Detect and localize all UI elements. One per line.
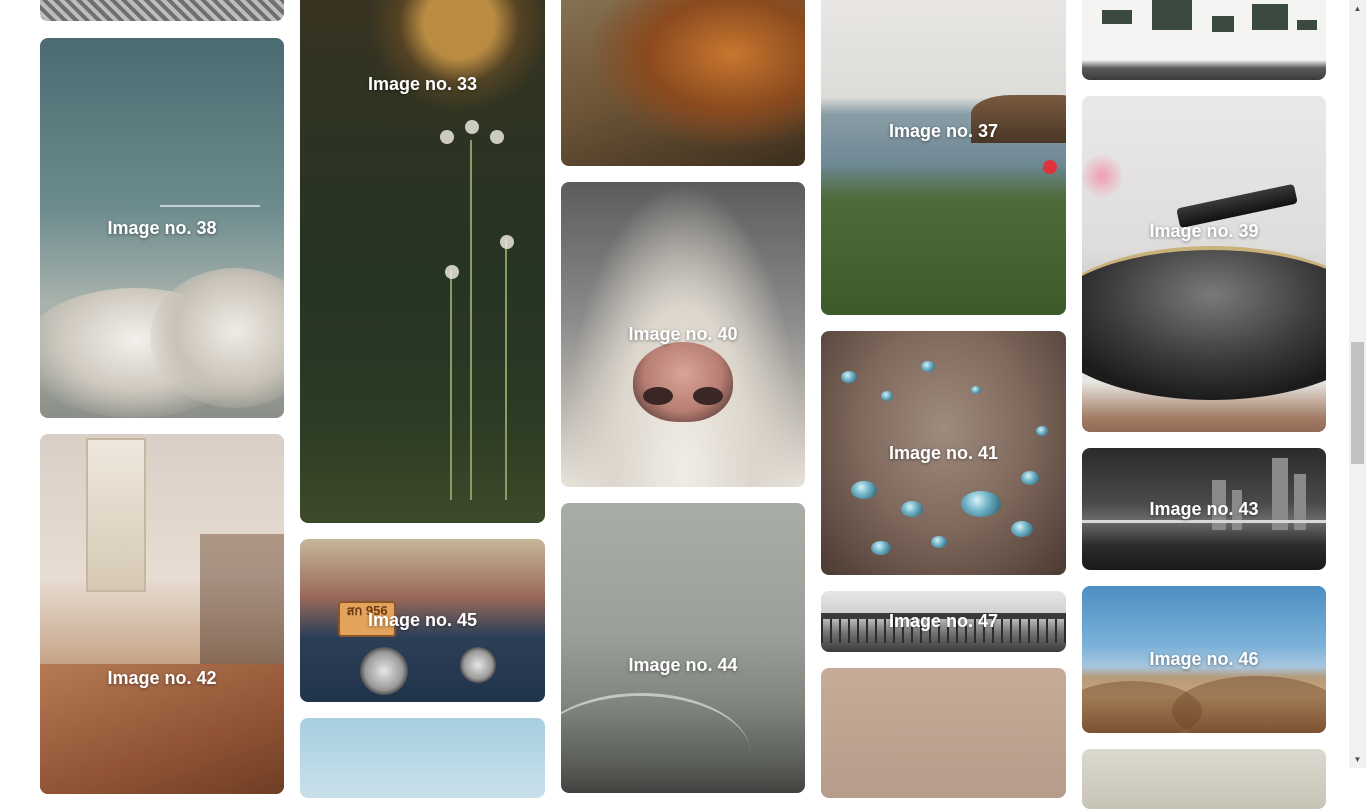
image-caption: Image no. 37 <box>888 121 999 141</box>
image-caption: Image no. 46 <box>1149 649 1259 669</box>
gallery-image-partial-top-col1[interactable] <box>40 0 284 21</box>
gallery-image-41[interactable]: Image no. 41 <box>821 331 1066 575</box>
image-caption: Image no. 47 <box>888 611 999 631</box>
gallery-image-46[interactable]: Image no. 46 <box>1082 586 1326 733</box>
cafe-interior-photo <box>40 434 284 794</box>
image-caption: Image no. 42 <box>107 667 217 688</box>
electronics-parts-photo <box>1082 0 1326 80</box>
image-caption: Image no. 39 <box>1149 220 1259 241</box>
turntable-photo <box>1082 96 1326 432</box>
gallery-image-44[interactable]: Image no. 44 <box>561 503 805 793</box>
foggy-shore-photo <box>561 503 805 793</box>
gallery-image-partial-bottom-col4[interactable] <box>821 668 1066 798</box>
image-caption: Image no. 44 <box>628 655 738 675</box>
image-caption: Image no. 38 <box>107 217 217 238</box>
gallery-image-37[interactable]: Image no. 37 <box>821 0 1066 315</box>
gallery-image-43[interactable]: Image no. 43 <box>1082 448 1326 570</box>
gallery-image-partial-top-col3[interactable] <box>561 0 805 166</box>
vertical-scrollbar[interactable]: ▲ ▼ <box>1349 0 1366 768</box>
image-caption: Image no. 43 <box>1149 498 1259 519</box>
image-caption: Image no. 33 <box>367 74 478 94</box>
image-caption: Image no. 45 <box>367 610 478 630</box>
scrollbar-thumb[interactable] <box>1351 342 1364 464</box>
cactus-spines-photo <box>561 0 805 166</box>
gallery-image-partial-bottom-col2[interactable] <box>300 718 545 798</box>
gallery-image-47[interactable]: Image no. 47 <box>821 591 1066 652</box>
gallery-image-33[interactable]: Image no. 33 <box>300 0 545 523</box>
triangle-down-icon[interactable]: ▼ <box>1349 751 1366 768</box>
gallery-image-39[interactable]: Image no. 39 <box>1082 96 1326 432</box>
gallery-image-45[interactable]: สก 956 Image no. 45 <box>300 539 545 702</box>
image-caption: Image no. 40 <box>628 324 738 344</box>
gallery-image-42[interactable]: Image no. 42 <box>40 434 284 794</box>
gallery-image-partial-top-col5[interactable] <box>1082 0 1326 80</box>
image-caption: Image no. 41 <box>888 442 999 463</box>
triangle-up-icon[interactable]: ▲ <box>1349 0 1366 17</box>
gallery-image-partial-bottom-col5[interactable] <box>1082 749 1326 809</box>
gallery-image-38[interactable]: Image no. 38 <box>40 38 284 418</box>
gallery-image-40[interactable]: Image no. 40 <box>561 182 805 487</box>
coastline-photo <box>821 0 1066 315</box>
